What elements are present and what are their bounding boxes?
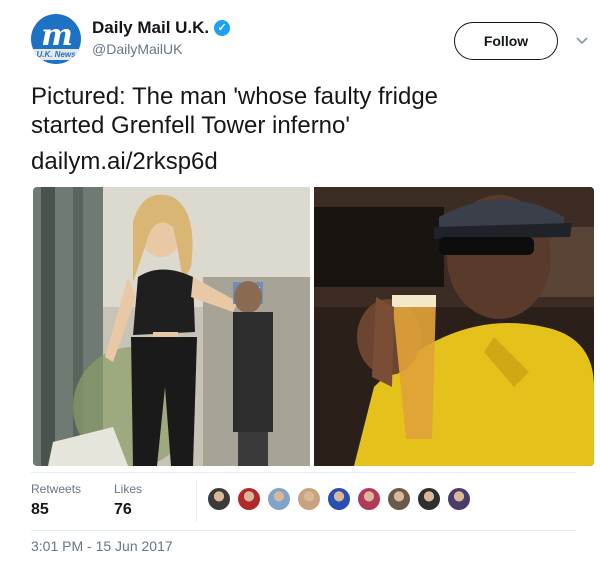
tweet-text-line-2: started Grenfell Tower inferno': [31, 112, 350, 139]
liker-avatar[interactable]: [387, 487, 411, 511]
retweets-stat[interactable]: Retweets 85: [31, 482, 81, 519]
tweet-text-line-1: Pictured: The man 'whose faulty fridge: [31, 83, 439, 110]
stats-divider-top: [31, 472, 576, 473]
liker-avatar[interactable]: [267, 487, 291, 511]
media-grid: [33, 187, 594, 466]
likes-stat[interactable]: Likes 76: [114, 482, 142, 519]
likers-avatars: [207, 487, 477, 511]
liker-avatar[interactable]: [327, 487, 351, 511]
stats-divider-bottom: [31, 530, 576, 531]
liker-avatar[interactable]: [297, 487, 321, 511]
chevron-down-icon[interactable]: [576, 34, 588, 46]
stats-vertical-divider: [196, 480, 197, 522]
retweets-label: Retweets: [31, 482, 82, 496]
display-name[interactable]: Daily Mail U.K.: [92, 18, 209, 38]
tweet-link[interactable]: dailym.ai/2rksp6d: [31, 148, 218, 176]
likes-label: Likes: [114, 482, 143, 496]
verified-badge-icon: ✓: [214, 20, 231, 36]
avatar-logo-ribbon: U.K. News: [31, 49, 81, 60]
tweet-text: Pictured: The man 'whose faulty fridge s…: [31, 82, 576, 140]
liker-avatar[interactable]: [207, 487, 231, 511]
follow-button[interactable]: Follow: [454, 22, 558, 60]
avatar[interactable]: m U.K. News: [31, 14, 81, 64]
account-name-row: Daily Mail U.K. ✓: [92, 18, 231, 38]
retweets-count: 85: [31, 501, 49, 518]
tweet-card: m U.K. News Daily Mail U.K. ✓ @DailyMail…: [0, 0, 600, 564]
liker-avatar[interactable]: [447, 487, 471, 511]
liker-avatar[interactable]: [237, 487, 261, 511]
tweet-timestamp[interactable]: 3:01 PM - 15 Jun 2017: [31, 538, 173, 554]
avatar-logo-mark: m: [41, 18, 73, 53]
liker-avatar[interactable]: [357, 487, 381, 511]
liker-avatar[interactable]: [417, 487, 441, 511]
photo-man-drinking-beer[interactable]: [314, 187, 594, 466]
photo-woman-street[interactable]: [33, 187, 310, 466]
account-handle[interactable]: @DailyMailUK: [92, 41, 182, 57]
likes-count: 76: [114, 501, 132, 518]
